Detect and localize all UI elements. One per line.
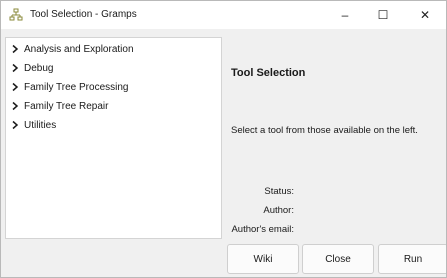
tool-description: Select a tool from those available on th… [231, 125, 418, 136]
tool-pane-title: Tool Selection [231, 67, 306, 79]
chevron-right-icon[interactable] [10, 82, 20, 92]
tree-item-label: Analysis and Exploration [24, 43, 134, 55]
minimize-button[interactable]: – [328, 1, 362, 29]
tree-item-label: Debug [24, 62, 54, 74]
minimize-icon: – [341, 8, 349, 22]
tree-item-label: Family Tree Repair [24, 100, 109, 112]
wiki-button[interactable]: Wiki [227, 244, 299, 274]
author-email-label: Author's email: [231, 224, 294, 235]
maximize-button[interactable]: ☐ [366, 1, 400, 29]
tree-item-debug[interactable]: Debug [10, 60, 53, 76]
tree-item-label: Family Tree Processing [24, 81, 129, 93]
close-button[interactable]: Close [302, 244, 374, 274]
chevron-right-icon[interactable] [10, 63, 20, 73]
gramps-app-icon [9, 8, 23, 21]
tool-category-tree[interactable]: Analysis and Exploration Debug Family Tr… [5, 37, 222, 239]
chevron-right-icon[interactable] [10, 44, 20, 54]
chevron-right-icon[interactable] [10, 120, 20, 130]
tree-item-label: Utilities [24, 119, 57, 131]
window-title: Tool Selection - Gramps [30, 9, 137, 20]
maximize-icon: ☐ [377, 8, 389, 22]
run-button[interactable]: Run [378, 244, 446, 274]
author-label: Author: [263, 205, 294, 216]
status-label: Status: [264, 186, 294, 197]
tree-item-family-tree-processing[interactable]: Family Tree Processing [10, 79, 128, 95]
close-icon: ✕ [419, 8, 431, 22]
tree-item-family-tree-repair[interactable]: Family Tree Repair [10, 98, 108, 114]
close-window-button[interactable]: ✕ [408, 1, 442, 29]
title-bar: Tool Selection - Gramps – ☐ ✕ [1, 1, 446, 29]
tool-selection-window: Tool Selection - Gramps – ☐ ✕ Analysis a… [0, 0, 447, 278]
chevron-right-icon[interactable] [10, 101, 20, 111]
tree-item-analysis-and-exploration[interactable]: Analysis and Exploration [10, 41, 134, 57]
tree-item-utilities[interactable]: Utilities [10, 117, 56, 133]
